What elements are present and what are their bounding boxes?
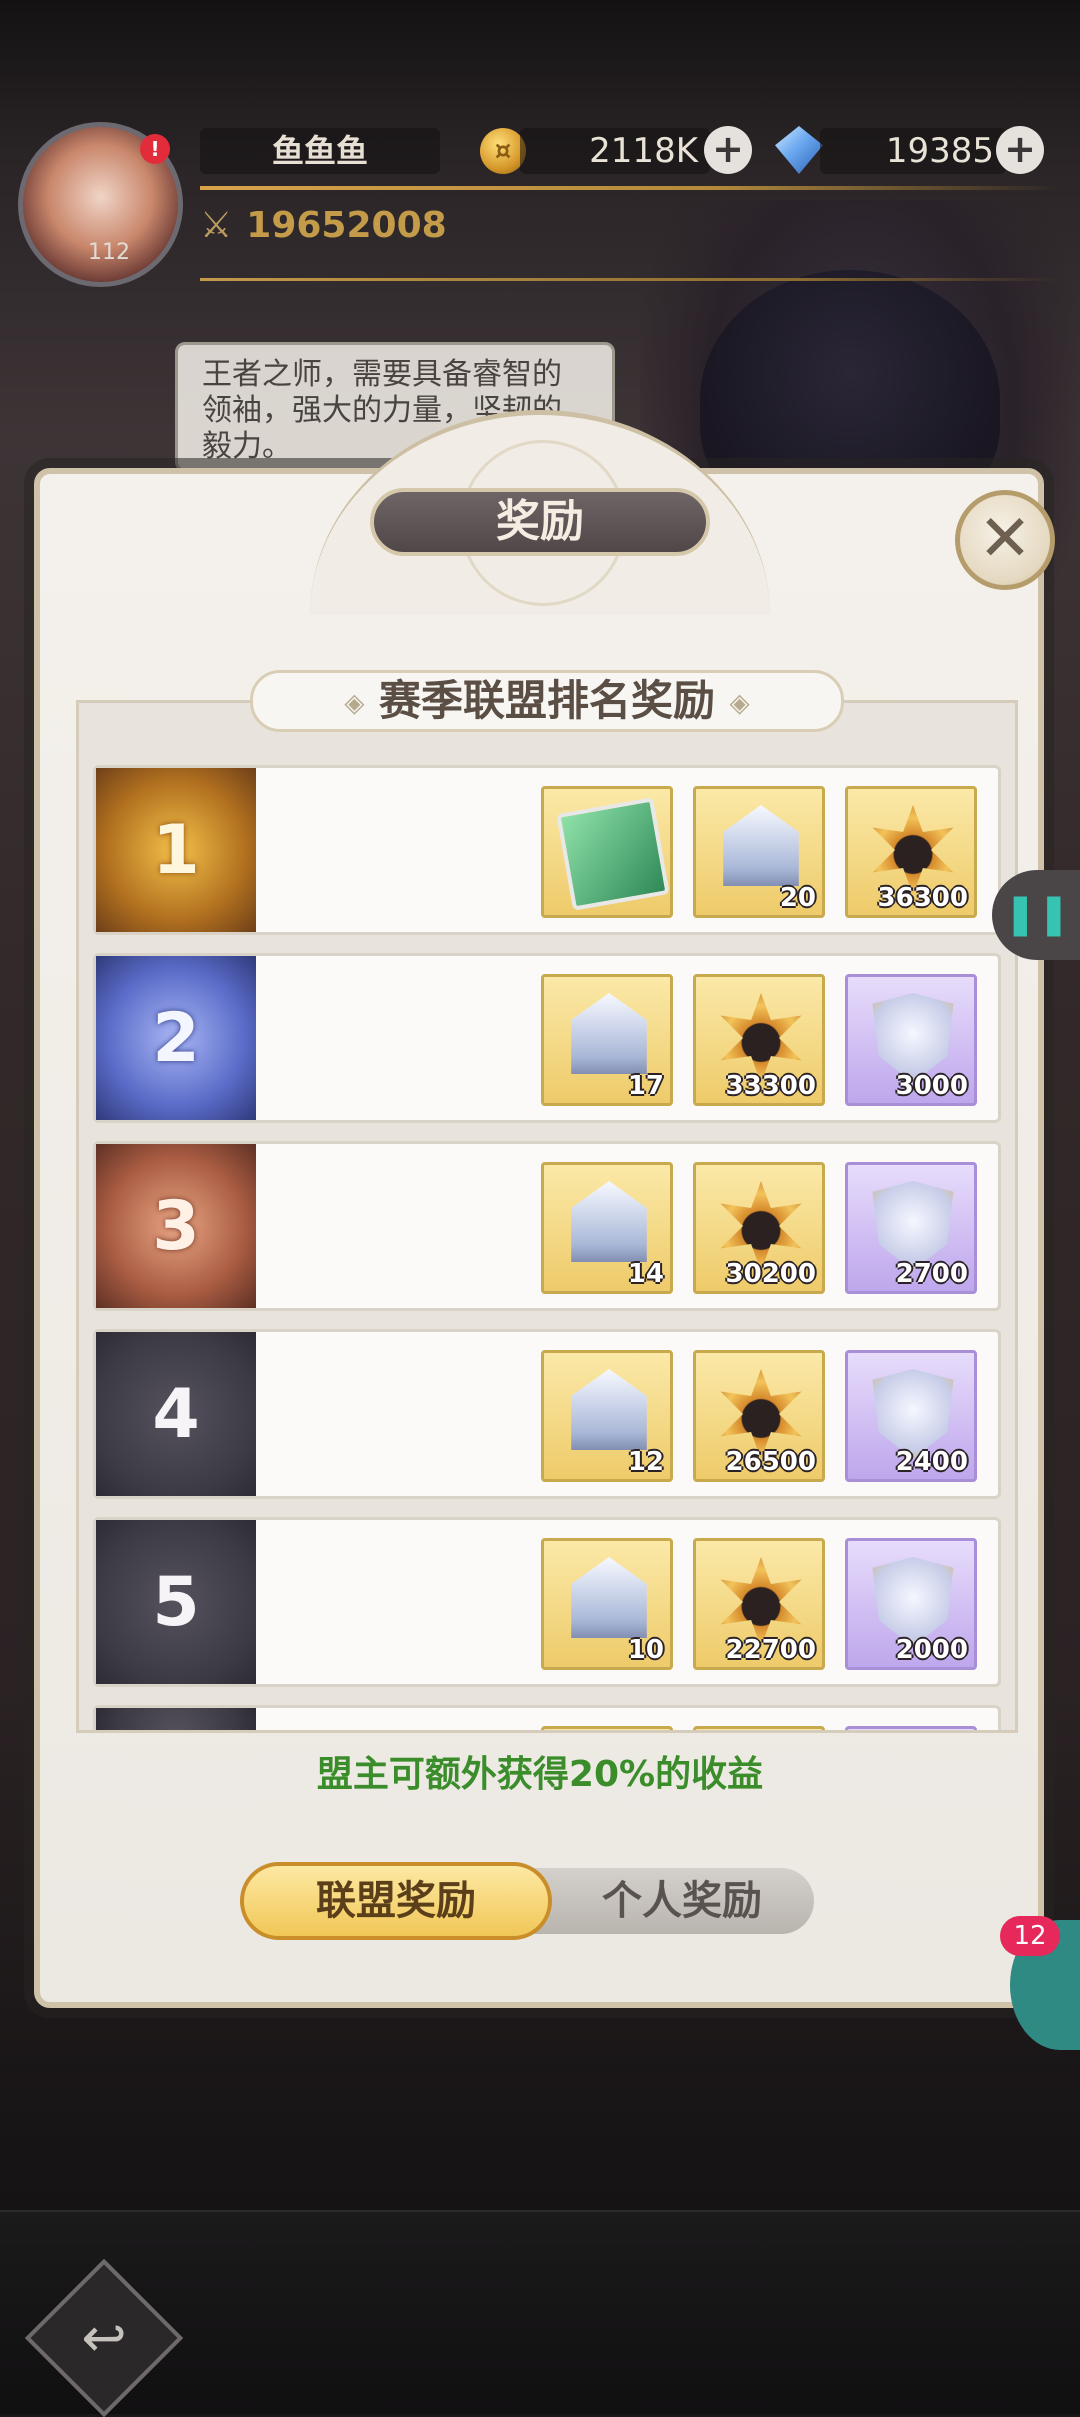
header-divider (200, 186, 1060, 190)
power-value: 19652008 (246, 205, 447, 246)
reward-item[interactable]: 3000 (845, 974, 977, 1106)
swords-icon: ⚔ (200, 205, 233, 246)
rank-number: 2 (152, 998, 200, 1078)
section-title: 赛季联盟排名奖励 (378, 676, 715, 725)
gem-amount: 19385 (820, 128, 1006, 174)
reward-item[interactable] (541, 1726, 673, 1730)
reward-row-rank-4: 4 12 26500 2400 (93, 1329, 1001, 1499)
rank-badge: 5 (96, 1520, 256, 1684)
reward-item[interactable]: 12 (541, 1350, 673, 1482)
tab-alliance-rewards[interactable]: 联盟奖励 (240, 1862, 552, 1940)
reward-item[interactable]: 33300 (693, 974, 825, 1106)
chest-icon (571, 1181, 647, 1262)
medal-icon (720, 1557, 802, 1647)
reward-row-rank-2: 2 17 33300 3000 (93, 953, 1001, 1123)
shield-icon (872, 1557, 954, 1647)
notification-badge: 12 (1000, 1916, 1060, 1956)
shield-icon (872, 1181, 954, 1271)
power-divider (200, 278, 1060, 281)
rank-number: 3 (152, 1186, 200, 1266)
reward-row-rank-1: 1 20 36300 (93, 765, 1001, 935)
rank-number: 1 (152, 810, 200, 890)
book-icon (556, 797, 670, 911)
reward-item[interactable] (845, 1726, 977, 1730)
pause-icon: ❚❚ (1003, 891, 1071, 937)
add-gems-button[interactable]: + (996, 126, 1044, 174)
rank-badge: 2 (96, 956, 256, 1120)
ornament-icon: ◈ (344, 688, 365, 719)
player-name: 鱼鱼鱼 (200, 128, 440, 174)
shield-icon (872, 993, 954, 1083)
reward-row-rank-5: 5 10 22700 2000 (93, 1517, 1001, 1687)
reward-item[interactable]: 20 (693, 786, 825, 918)
rank-number: 5 (152, 1562, 200, 1642)
reward-item[interactable]: 22700 (693, 1538, 825, 1670)
shield-icon (872, 1369, 954, 1459)
reward-item[interactable]: 30200 (693, 1162, 825, 1294)
reward-item[interactable]: 17 (541, 974, 673, 1106)
reward-row-rank-3: 3 14 30200 2700 (93, 1141, 1001, 1311)
reward-item[interactable]: 26500 (693, 1350, 825, 1482)
reward-item[interactable]: 10 (541, 1538, 673, 1670)
add-coins-button[interactable]: + (704, 126, 752, 174)
chest-icon (571, 993, 647, 1074)
leader-bonus-note: 盟主可额外获得20%的收益 (316, 1754, 764, 1795)
chest-icon (723, 805, 799, 886)
chest-icon (571, 1369, 647, 1450)
tab-personal-rewards[interactable]: 个人奖励 (530, 1868, 814, 1934)
rank-number: 4 (152, 1374, 200, 1454)
back-arrow-icon: ↩ (81, 2306, 127, 2369)
section-header: ◈ 赛季联盟排名奖励 ◈ (250, 670, 844, 732)
alert-icon: ! (140, 134, 170, 164)
reward-row-partial (93, 1705, 1001, 1730)
reward-item[interactable] (693, 1726, 825, 1730)
chest-icon (571, 1557, 647, 1638)
medal-icon (720, 1369, 802, 1459)
reward-item[interactable]: 2700 (845, 1162, 977, 1294)
ornament-icon: ◈ (729, 688, 750, 719)
ranking-reward-list[interactable]: 1 20 36300 2 17 33300 3000 3 14 30200 27… (76, 700, 1018, 1733)
rank-badge: 4 (96, 1332, 256, 1496)
modal-title: 奖励 (370, 488, 710, 556)
rank-badge: 1 (96, 768, 256, 932)
side-panel-handle[interactable]: ❚❚ (992, 870, 1080, 960)
power-display: ⚔ 19652008 (200, 205, 447, 255)
player-level: 112 (88, 240, 130, 265)
reward-item[interactable]: 2400 (845, 1350, 977, 1482)
coin-amount: 2118K (520, 128, 710, 174)
reward-item[interactable]: 14 (541, 1162, 673, 1294)
reward-item[interactable] (541, 786, 673, 918)
rank-badge (96, 1708, 256, 1730)
medal-icon (872, 805, 954, 895)
bottom-bar (0, 2210, 1080, 2414)
reward-tabs: 个人奖励 联盟奖励 (240, 1862, 824, 1940)
close-button[interactable]: ✕ (955, 490, 1055, 590)
rank-badge: 3 (96, 1144, 256, 1308)
reward-item[interactable]: 2000 (845, 1538, 977, 1670)
reward-item[interactable]: 36300 (845, 786, 977, 918)
medal-icon (720, 993, 802, 1083)
medal-icon (720, 1181, 802, 1271)
